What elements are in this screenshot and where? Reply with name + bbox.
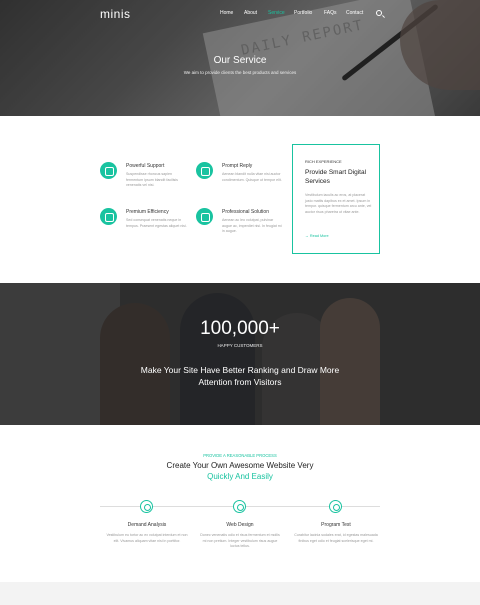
page-title: Our Service: [213, 55, 267, 66]
search-icon[interactable]: [376, 10, 382, 16]
site-logo[interactable]: minis: [100, 7, 131, 21]
step-title: Program Test: [321, 522, 351, 528]
step-circle-icon: [329, 500, 342, 513]
page-subtitle: We aim to provide clients the best produ…: [183, 70, 297, 75]
chat-icon: [196, 162, 213, 179]
main-nav: Home About Service Portfolio FAQs Contac…: [220, 10, 368, 16]
team-overlay: [0, 283, 480, 425]
nav-faqs[interactable]: FAQs: [324, 10, 346, 16]
customer-count: 100,000+: [200, 318, 280, 339]
nav-service[interactable]: Service: [268, 10, 294, 16]
step-title: Web Design: [226, 522, 254, 528]
team-photo-section: [0, 283, 480, 425]
step-text: Vestibulum eu tortor ac ex volutpat inte…: [106, 533, 188, 543]
nav-about[interactable]: About: [244, 10, 268, 16]
feature-title: Professional Solution: [222, 209, 269, 215]
nav-contact[interactable]: Contact: [346, 10, 368, 16]
feature-title: Powerful Support: [126, 163, 165, 169]
feature-title: Prompt Reply: [222, 163, 253, 169]
step-text: Curabitur lacinia sodales erat, id egest…: [294, 533, 378, 543]
card-title: Provide Smart Digital Services: [305, 169, 367, 185]
footer-band: [0, 582, 480, 605]
feature-title: Premium Efficiency: [126, 209, 169, 215]
feature-text: Sed consequat venenatis neque in tempus.…: [126, 218, 187, 228]
process-kicker: PROVIDE A REASONABLE PROCESS: [203, 453, 277, 458]
step-text: Donec venenatis odio et risus fermentum …: [200, 533, 280, 549]
customer-count-label: HAPPY CUSTOMERS: [217, 343, 263, 348]
ranking-tagline: Make Your Site Have Better Ranking and D…: [140, 365, 340, 387]
support-icon: [100, 162, 117, 179]
rich-experience-card: RICH EXPERIENCE Provide Smart Digital Se…: [292, 144, 380, 254]
feature-text: Aenean ac leo volutpat, pulvinar augue a…: [222, 218, 282, 234]
feature-text: Aenean blandit nulla vitae nisi auctor c…: [222, 172, 282, 182]
process-title-highlight: Quickly And Easily: [207, 472, 273, 481]
feature-text: Suspendisse rhoncus sapien fermentum ips…: [126, 172, 178, 188]
clipboard-icon: [196, 208, 213, 225]
chart-icon: [100, 208, 117, 225]
read-more-link[interactable]: → Read More: [305, 234, 329, 238]
nav-home[interactable]: Home: [220, 10, 244, 16]
nav-portfolio[interactable]: Portfolio: [294, 10, 324, 16]
read-more-label: Read More: [309, 234, 329, 238]
process-title: Create Your Own Awesome Website Very: [166, 461, 314, 470]
card-kicker: RICH EXPERIENCE: [305, 159, 342, 164]
step-circle-icon: [140, 500, 153, 513]
step-title: Demand Analysis: [127, 522, 167, 528]
step-circle-icon: [233, 500, 246, 513]
card-text: Vestibulum iaculis ac eros, at placerat …: [305, 193, 372, 214]
